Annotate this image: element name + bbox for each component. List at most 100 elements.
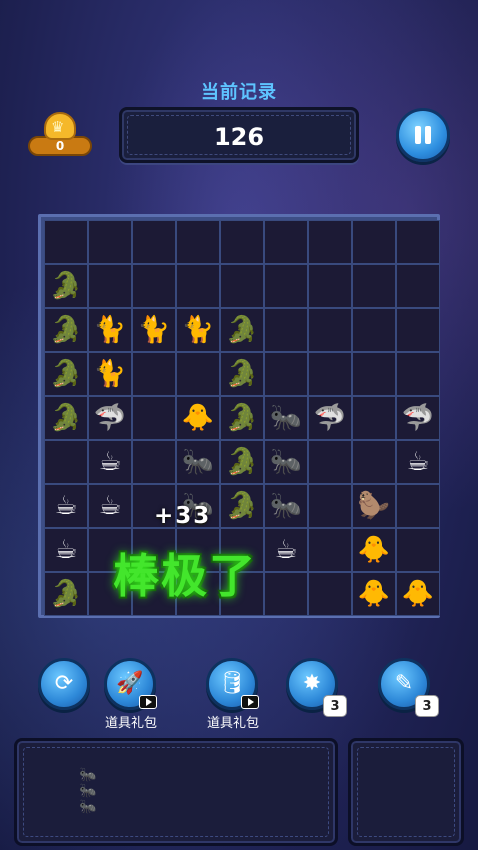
board-cell[interactable]: 🦈 xyxy=(308,396,352,440)
board-cell[interactable] xyxy=(396,484,440,528)
board-cell[interactable] xyxy=(352,440,396,484)
board-cell[interactable]: 🐈 xyxy=(132,308,176,352)
refresh-button[interactable]: ⟳ xyxy=(38,658,90,710)
board-cell[interactable] xyxy=(176,352,220,396)
board-cell[interactable] xyxy=(308,528,352,572)
crocodile-icon: 🐊 xyxy=(49,579,83,609)
board-cell[interactable] xyxy=(308,264,352,308)
barrel-gift-button[interactable]: 🛢 xyxy=(206,658,259,710)
board-cell[interactable]: 🐜 xyxy=(264,396,308,440)
board-cell[interactable]: 🐈 xyxy=(88,352,132,396)
hammer-tool-button[interactable]: ✎ 3 xyxy=(378,658,439,717)
board-cell[interactable] xyxy=(396,220,440,264)
board-cell[interactable] xyxy=(308,572,352,616)
board-cell[interactable] xyxy=(308,308,352,352)
combo-points: +33 xyxy=(154,503,212,529)
board-cell[interactable] xyxy=(396,264,440,308)
board-cell[interactable]: 🐥 xyxy=(352,528,396,572)
board-cell[interactable] xyxy=(352,352,396,396)
board-cell[interactable] xyxy=(44,440,88,484)
board-cell[interactable]: ☕ xyxy=(88,440,132,484)
board-cell[interactable]: 🐊 xyxy=(220,484,264,528)
board-cell[interactable] xyxy=(352,220,396,264)
board-cell[interactable]: 🦈 xyxy=(88,396,132,440)
board-cell[interactable]: 🐊 xyxy=(220,352,264,396)
board-cell[interactable]: 🐊 xyxy=(220,440,264,484)
video-play-icon xyxy=(139,695,157,709)
board-cell[interactable] xyxy=(132,264,176,308)
board-cell[interactable] xyxy=(264,308,308,352)
bomb-tool-button[interactable]: ✸ 3 xyxy=(286,658,347,717)
crown-count: 0 xyxy=(55,139,65,153)
board-cell[interactable] xyxy=(308,352,352,396)
board-cell[interactable]: 🐥 xyxy=(396,572,440,616)
board-cell[interactable]: 🐜 xyxy=(264,440,308,484)
crocodile-icon: 🐊 xyxy=(49,271,83,301)
board-cell[interactable] xyxy=(88,220,132,264)
board-cell[interactable]: 🐊 xyxy=(44,572,88,616)
ant-piece-icon[interactable]: 🐜 🐜 🐜 xyxy=(79,767,96,815)
duck-icon: 🐥 xyxy=(357,579,391,609)
board-cell[interactable]: 🐊 xyxy=(220,308,264,352)
board-cell[interactable] xyxy=(308,440,352,484)
crocodile-icon: 🐊 xyxy=(225,315,259,345)
board-cell[interactable] xyxy=(220,264,264,308)
board-cell[interactable] xyxy=(176,220,220,264)
board-cell[interactable] xyxy=(308,220,352,264)
shark-icon: 🦈 xyxy=(401,403,435,433)
piece-tray-left[interactable]: 🐜 🐜 🐜 xyxy=(14,738,338,846)
board-cell[interactable]: 🐊 xyxy=(44,264,88,308)
board-cell[interactable] xyxy=(264,572,308,616)
board-cell[interactable] xyxy=(396,352,440,396)
board-cell[interactable] xyxy=(132,440,176,484)
cat-icon: 🐈 xyxy=(93,359,127,389)
board-cell[interactable]: 🐊 xyxy=(44,396,88,440)
board-cell[interactable]: 🐊 xyxy=(44,352,88,396)
board-cell[interactable] xyxy=(44,220,88,264)
board-cell[interactable] xyxy=(264,264,308,308)
board-cell[interactable]: 🦈 xyxy=(396,396,440,440)
board-cell[interactable]: ☕ xyxy=(396,440,440,484)
board-cell[interactable]: ☕ xyxy=(44,528,88,572)
teacup-icon: ☕ xyxy=(406,447,430,477)
board-cell[interactable] xyxy=(132,396,176,440)
board-cell[interactable]: ☕ xyxy=(44,484,88,528)
cat-icon: 🐈 xyxy=(93,315,127,345)
board-cell[interactable] xyxy=(88,264,132,308)
board-cell[interactable] xyxy=(352,396,396,440)
board-cell[interactable]: 🐥 xyxy=(352,572,396,616)
board-cell[interactable] xyxy=(176,264,220,308)
shark-icon: 🦈 xyxy=(313,403,347,433)
duck-icon: 🐥 xyxy=(401,579,435,609)
board-cell[interactable] xyxy=(396,528,440,572)
board-cell[interactable] xyxy=(352,264,396,308)
board-cell[interactable]: 🐈 xyxy=(88,308,132,352)
barrel-icon: 🛢 xyxy=(218,671,246,696)
crown-icon: ♛ xyxy=(44,112,76,140)
board-cell[interactable] xyxy=(352,308,396,352)
board-cell[interactable] xyxy=(264,220,308,264)
piece-tray-right[interactable] xyxy=(348,738,464,846)
board-cell[interactable] xyxy=(264,352,308,396)
board-cell[interactable] xyxy=(220,220,264,264)
board-cell[interactable]: 🐜 xyxy=(176,440,220,484)
ant-icon: 🐜 xyxy=(269,403,303,433)
board-cell[interactable]: 🐜 xyxy=(264,484,308,528)
board-cell[interactable]: 🦫 xyxy=(352,484,396,528)
crocodile-icon: 🐊 xyxy=(225,403,259,433)
board-cell[interactable]: 🐊 xyxy=(44,308,88,352)
board-cell[interactable] xyxy=(308,484,352,528)
board-cell[interactable]: 🐥 xyxy=(176,396,220,440)
board-cell[interactable] xyxy=(132,352,176,396)
rocket-icon: 🚀 xyxy=(116,671,144,696)
rocket-gift-button[interactable]: 🚀 xyxy=(104,658,157,710)
board-cell[interactable]: 🐈 xyxy=(176,308,220,352)
board-cell[interactable]: ☕ xyxy=(88,484,132,528)
board-cell[interactable]: ☕ xyxy=(264,528,308,572)
board-cell[interactable]: 🐊 xyxy=(220,396,264,440)
pause-button[interactable] xyxy=(396,108,450,162)
record-title: 当前记录 xyxy=(201,82,277,103)
duck-icon: 🐥 xyxy=(357,535,391,565)
board-cell[interactable] xyxy=(132,220,176,264)
board-cell[interactable] xyxy=(396,308,440,352)
